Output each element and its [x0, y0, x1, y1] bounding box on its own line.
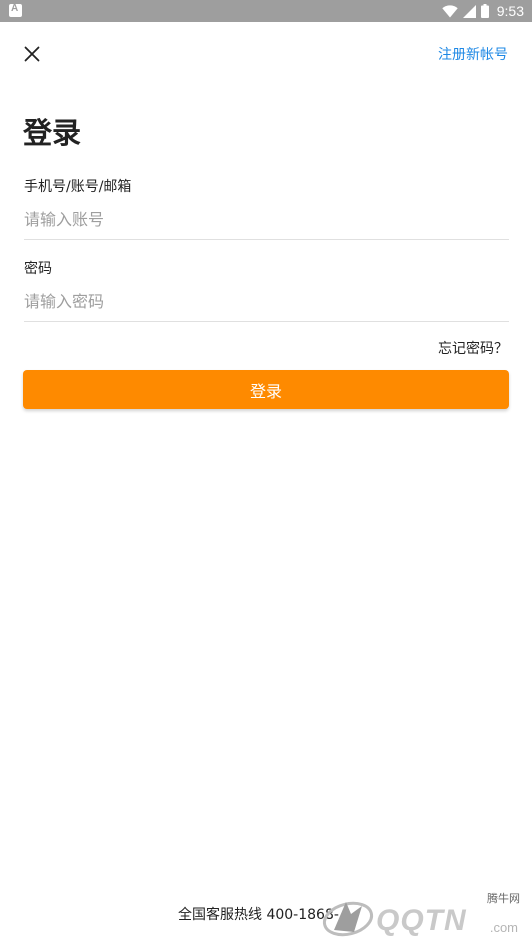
page-title: 登录 — [23, 116, 82, 150]
register-link[interactable]: 注册新帐号 — [438, 44, 508, 64]
status-icons: 9:53 — [442, 0, 524, 22]
close-icon — [24, 46, 40, 62]
password-label: 密码 — [24, 261, 52, 277]
watermark-logo-text: QQTN — [376, 904, 467, 937]
watermark-logo: 腾牛网 QQTN .com — [318, 888, 528, 944]
forgot-password-link[interactable]: 忘记密码？ — [438, 338, 508, 358]
login-button[interactable]: 登录 — [23, 370, 509, 409]
signal-icon — [462, 4, 476, 18]
watermark-site-name: 腾牛网 — [487, 892, 520, 905]
account-label: 手机号/账号/邮箱 — [24, 179, 132, 195]
wifi-icon — [442, 4, 458, 17]
close-button[interactable] — [20, 42, 44, 66]
status-bar: 9:53 — [0, 0, 532, 22]
status-time: 9:53 — [496, 3, 524, 19]
password-input[interactable] — [24, 282, 509, 322]
app-notification-icon — [9, 3, 22, 17]
account-input[interactable] — [24, 200, 509, 240]
watermark-domain: .com — [489, 920, 518, 935]
customer-service-hotline: 全国客服热线 400-1868- — [178, 907, 339, 923]
battery-icon — [480, 4, 489, 18]
